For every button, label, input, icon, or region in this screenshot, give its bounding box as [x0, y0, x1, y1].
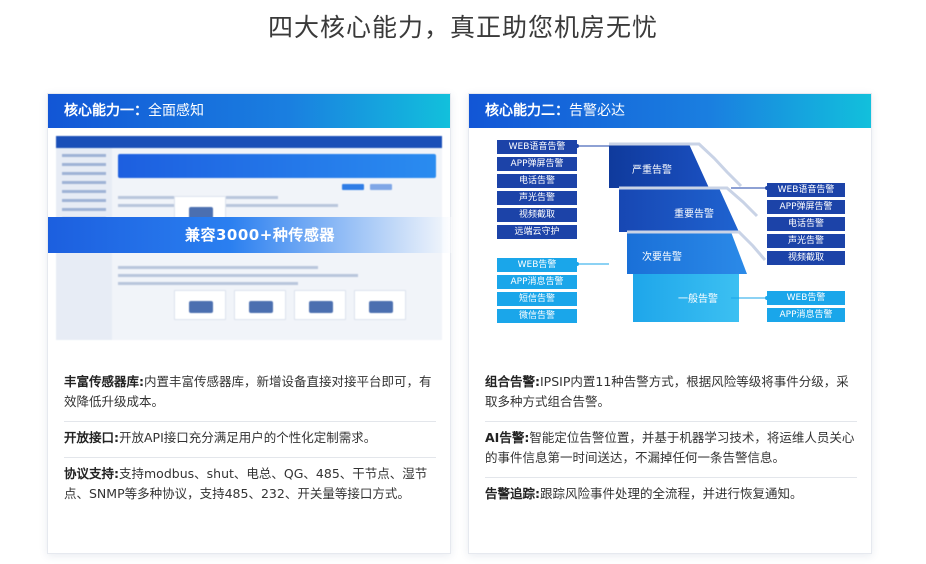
- alarm-method-tag: APP弹屏告警: [767, 200, 845, 214]
- alarm-method-tag: WEB告警: [767, 291, 845, 305]
- feature-item: 开放接口:开放API接口充分满足用户的个性化定制需求。: [64, 422, 436, 458]
- alarm-method-tag: 视频截取: [767, 251, 845, 265]
- card-header: 核心能力二：告警必达: [469, 94, 871, 128]
- card-header-prefix: 核心能力一：: [64, 103, 148, 119]
- feature-list: 组合告警:IPSIP内置11种告警方式，根据风险等级将事件分级，采取多种方式组合…: [485, 366, 857, 513]
- alarm-tier-critical: 严重告警: [632, 165, 672, 176]
- feature-item: 告警追踪:跟踪风险事件处理的全流程，并进行恢复通知。: [485, 478, 857, 513]
- alarm-tier-general: 一般告警: [678, 294, 718, 305]
- alarm-method-tag: WEB语音告警: [497, 140, 577, 154]
- feature-text: 智能定位告警位置，并基于机器学习技术，将运维人员关心的事件信息第一时间送达，不漏…: [485, 430, 855, 465]
- feature-item: AI告警:智能定位告警位置，并基于机器学习技术，将运维人员关心的事件信息第一时间…: [485, 422, 857, 478]
- card-header-title: 全面感知: [148, 103, 204, 119]
- feature-text: IPSIP内置11种告警方式，根据风险等级将事件分级，采取多种方式组合告警。: [485, 374, 849, 409]
- feature-text: 支持modbus、shut、电总、QG、485、干节点、湿节点、SNMP等多种协…: [64, 466, 428, 501]
- sensor-platform-screenshot: 兼容3000+种传感器: [48, 128, 452, 354]
- sensor-count-label: 兼容3000+种传感器: [185, 226, 335, 244]
- alarm-method-tag: WEB告警: [497, 258, 577, 272]
- feature-text: 跟踪风险事件处理的全流程，并进行恢复通知。: [540, 486, 803, 501]
- capability-card-1: 核心能力一：全面感知 兼容3000+种传感器 丰富传感器库:内置丰富传感器库，新…: [47, 93, 452, 554]
- alarm-method-tag: 电话告警: [497, 174, 577, 188]
- feature-label: 协议支持:: [64, 466, 119, 481]
- alarm-method-tag: 微信告警: [497, 309, 577, 323]
- feature-label: 丰富传感器库:: [64, 374, 144, 389]
- card-header: 核心能力一：全面感知: [48, 94, 450, 128]
- alarm-method-tag: APP消息告警: [497, 275, 577, 289]
- alarm-method-tag: 短信告警: [497, 292, 577, 306]
- feature-text: 开放API接口充分满足用户的个性化定制需求。: [119, 430, 377, 445]
- feature-label: AI告警:: [485, 430, 530, 445]
- card-header-prefix: 核心能力二：: [485, 103, 569, 119]
- alarm-method-tag: 视频截取: [497, 208, 577, 222]
- feature-label: 告警追踪:: [485, 486, 540, 501]
- alarm-level-diagram: WEB语音告警 APP弹屏告警 电话告警 声光告警 视频截取 远端云守护 WEB…: [469, 128, 873, 354]
- alarm-method-tag: 远端云守护: [497, 225, 577, 239]
- alarm-tier-major: 重要告警: [674, 209, 714, 220]
- feature-item: 丰富传感器库:内置丰富传感器库，新增设备直接对接平台即可，有效降低升级成本。: [64, 366, 436, 422]
- feature-list: 丰富传感器库:内置丰富传感器库，新增设备直接对接平台即可，有效降低升级成本。 开…: [64, 366, 436, 513]
- feature-item: 协议支持:支持modbus、shut、电总、QG、485、干节点、湿节点、SNM…: [64, 458, 436, 513]
- alarm-method-tag: APP消息告警: [767, 308, 845, 322]
- capability-card-2: 核心能力二：告警必达 WEB语音告警 APP弹屏告警 电话告警 声光告警 视频截…: [468, 93, 872, 554]
- alarm-method-tag: WEB语音告警: [767, 183, 845, 197]
- alarm-method-tag: 声光告警: [767, 234, 845, 248]
- feature-item: 组合告警:IPSIP内置11种告警方式，根据风险等级将事件分级，采取多种方式组合…: [485, 366, 857, 422]
- page-title: 四大核心能力，真正助您机房无忧: [267, 13, 658, 42]
- feature-label: 开放接口:: [64, 430, 119, 445]
- card-header-title: 告警必达: [569, 103, 625, 119]
- alarm-method-tag: 电话告警: [767, 217, 845, 231]
- alarm-method-tag: APP弹屏告警: [497, 157, 577, 171]
- feature-label: 组合告警:: [485, 374, 540, 389]
- alarm-method-tag: 声光告警: [497, 191, 577, 205]
- alarm-tier-minor: 次要告警: [642, 252, 682, 263]
